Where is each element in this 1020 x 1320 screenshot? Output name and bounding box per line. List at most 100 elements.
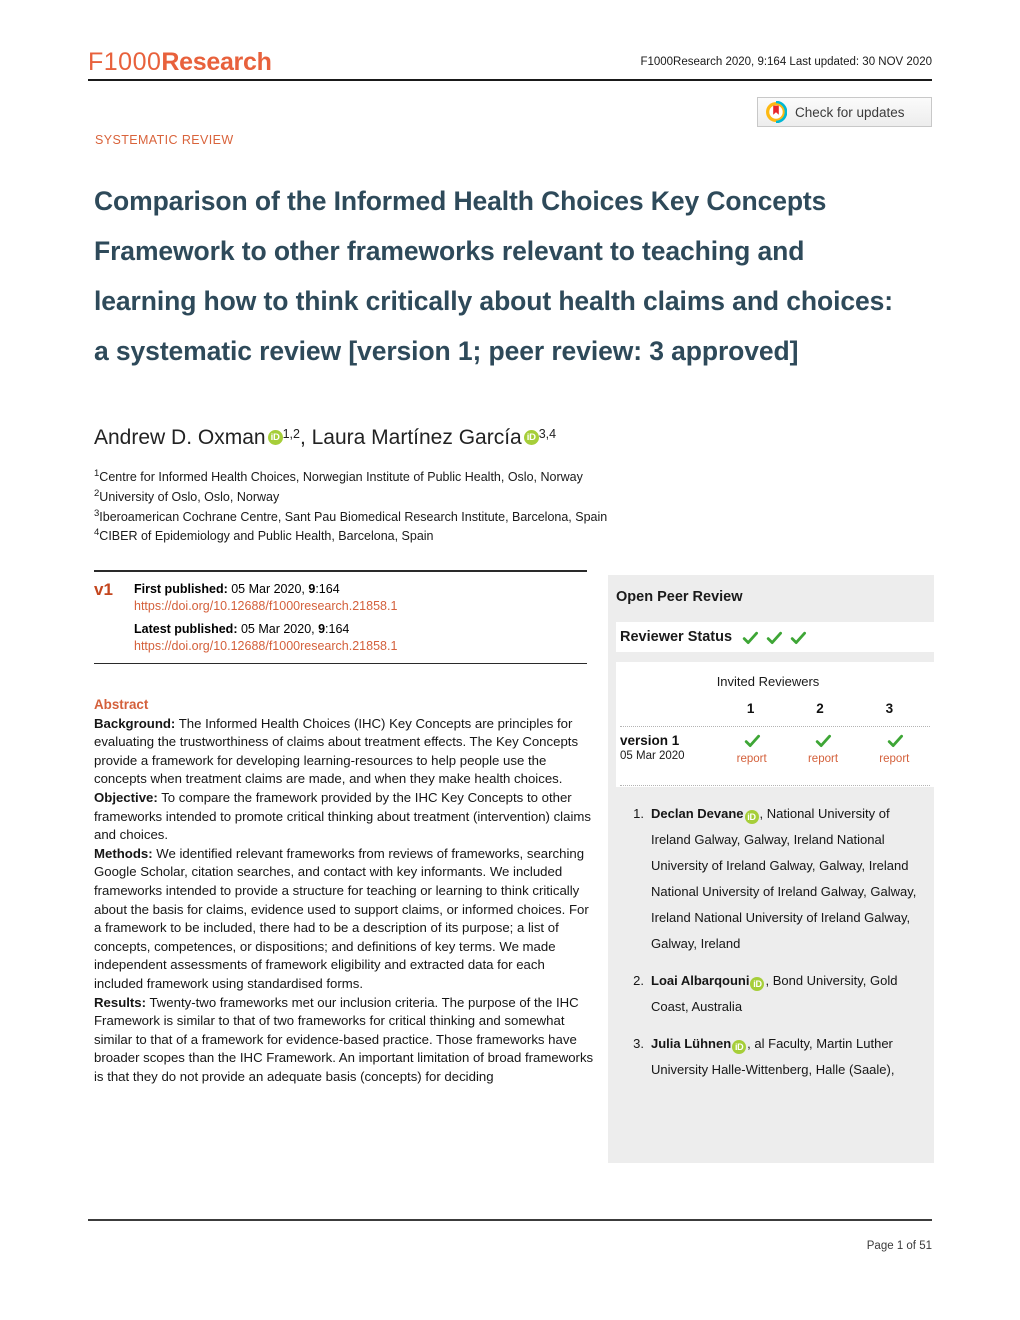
affiliation-text: University of Oslo, Oslo, Norway [99, 489, 280, 504]
affiliation-text: Centre for Informed Health Choices, Norw… [99, 470, 583, 485]
approved-check-icon [744, 733, 761, 748]
approved-check-icon [887, 733, 903, 748]
version-date: 05 Mar 2020 [620, 750, 685, 762]
reviewer-entry: Loai Albarqouni iD, Bond University, Gold… [651, 968, 926, 1020]
report-link[interactable]: report [787, 753, 858, 765]
abstract-objective: Objective: To compare the framework prov… [94, 789, 594, 845]
page-header: F1000Research F1000Research 2020, 9:164 … [88, 48, 932, 82]
report-link[interactable]: report [859, 753, 930, 765]
abstract-results: Results: Twenty-two frameworks met our i… [94, 994, 594, 1087]
open-peer-review-panel: Open Peer Review Reviewer Status Invited… [608, 575, 934, 1163]
author-name-2: Laura Martínez García [311, 426, 522, 449]
reviewer-number: 1 [746, 701, 755, 716]
table-divider [620, 785, 930, 786]
reviewer-name[interactable]: Loai Albarqouni [651, 973, 749, 988]
reviewer-status-label: Reviewer Status [620, 629, 733, 645]
reviewer-number-row: 1 2 3 [716, 701, 924, 716]
affiliation-item: 2University of Oslo, Oslo, Norway [94, 486, 714, 506]
reviewer-list: 1. Declan Devane iD, National University … [624, 801, 926, 1094]
f1000research-logo: F1000Research [88, 48, 272, 76]
abstract-methods-label: Methods: [94, 845, 153, 861]
list-item: 2. Loai Albarqouni iD, Bond University, G… [624, 968, 926, 1020]
abstract-results-label: Results: [94, 994, 147, 1010]
latest-published-volume: 9 [318, 621, 326, 636]
abstract-methods: Methods: We identified relevant framewor… [94, 845, 594, 994]
header-divider [88, 79, 932, 81]
latest-published-line: Latest published: 05 Mar 2020, 9:164 [134, 621, 397, 639]
version-cell: version 1 05 Mar 2020 [620, 732, 716, 764]
first-published-line: First published: 05 Mar 2020, 9:164 [134, 581, 397, 599]
orcid-icon[interactable]: iD [732, 1040, 747, 1054]
publication-info-block: v1 First published: 05 Mar 2020, 9:164 h… [94, 570, 587, 664]
footer-divider [88, 1219, 932, 1221]
orcid-icon[interactable]: iD [523, 430, 539, 445]
reviewer-number: 2 [816, 701, 824, 716]
affiliation-text: Iberoamerican Cochrane Centre, Sant Pau … [99, 509, 608, 524]
latest-published-label: Latest published: [134, 621, 238, 636]
latest-published-date: 05 Mar 2020, [237, 621, 319, 636]
affiliation-text: CIBER of Epidemiology and Public Health,… [99, 529, 434, 544]
affiliation-list: 1Centre for Informed Health Choices, Nor… [94, 466, 714, 545]
author-separator: , [299, 426, 312, 449]
reviewer-index: 2. [633, 973, 644, 988]
page-number: Page 1 of 51 [866, 1240, 932, 1252]
first-published-doi-link[interactable]: https://doi.org/10.12688/f1000research.2… [134, 598, 397, 616]
approved-check-icon [790, 630, 807, 645]
reviewer-index: 3. [633, 1036, 644, 1051]
reviewer-entry: Declan Devane iD, National University of … [651, 801, 926, 957]
table-divider [620, 726, 930, 727]
affiliation-item: 4CIBER of Epidemiology and Public Health… [94, 525, 714, 545]
reviewer-status-row: Reviewer Status [616, 622, 934, 652]
reviewer-name[interactable]: Declan Devane [651, 806, 744, 821]
abstract-results-text: Twenty-two frameworks met our inclusion … [94, 994, 594, 1084]
report-link[interactable]: report [716, 753, 787, 765]
first-published-label: First published: [134, 581, 228, 596]
logo-f1000-text: F1000 [88, 48, 162, 76]
abstract-background-label: Background: [94, 715, 176, 731]
crossmark-icon [765, 100, 788, 124]
reviewer-status-ticks [742, 630, 807, 645]
author-affil-sup-1: 1,2 [282, 427, 300, 441]
abstract-heading: Abstract [94, 697, 149, 712]
first-published-issue: :164 [315, 581, 340, 596]
publication-dates: First published: 05 Mar 2020, 9:164 http… [134, 581, 397, 656]
review-cell-3: report [859, 732, 930, 765]
review-cell-1: report [716, 732, 787, 765]
page-title: Comparison of the Informed Health Choice… [94, 185, 893, 366]
approved-check-icon [815, 733, 832, 748]
version-tag: v1 [94, 579, 113, 599]
latest-published-doi-link[interactable]: https://doi.org/10.12688/f1000research.2… [134, 638, 397, 656]
orcid-icon[interactable]: iD [267, 430, 283, 445]
affiliation-item: 3Iberoamerican Cochrane Centre, Sant Pau… [94, 506, 714, 526]
header-citation: F1000Research 2020, 9:164 Last updated: … [640, 56, 932, 68]
reviewer-entry: Julia Lühnen iD, al Faculty, Martin Luthe… [651, 1031, 926, 1083]
table-row: version 1 05 Mar 2020 report report repo… [620, 732, 930, 765]
logo-research-text: Research [161, 48, 272, 76]
list-item: 3. Julia Lühnen iD, al Faculty, Martin Lu… [624, 1031, 926, 1083]
abstract-objective-label: Objective: [94, 789, 158, 805]
orcid-icon[interactable]: iD [744, 810, 759, 824]
publication-divider-bottom [94, 662, 587, 664]
affiliation-item: 1Centre for Informed Health Choices, Nor… [94, 466, 714, 486]
orcid-icon[interactable]: iD [750, 977, 765, 991]
reviewer-name[interactable]: Julia Lühnen [651, 1036, 731, 1051]
version-label: version 1 [620, 733, 680, 748]
reviewer-number: 3 [885, 701, 894, 716]
approved-check-icon [742, 630, 759, 645]
check-for-updates-button[interactable]: Check for updates [757, 97, 932, 127]
first-published-date: 05 Mar 2020, [227, 581, 309, 596]
peer-review-table: Invited Reviewers 1 2 3 version 1 05 Mar… [616, 662, 934, 787]
check-for-updates-label: Check for updates [795, 104, 905, 120]
author-list: Andrew D. Oxman iD 1,2, Laura Martínez Gar… [94, 420, 556, 452]
approved-check-icon [766, 630, 783, 645]
invited-reviewers-header: Invited Reviewers [716, 674, 820, 689]
author-name-1: Andrew D. Oxman [94, 426, 266, 449]
author-affil-sup-2: 3,4 [538, 427, 557, 441]
list-item: 1. Declan Devane iD, National University … [624, 801, 926, 957]
reviewer-index: 1. [633, 806, 644, 821]
abstract-objective-text: To compare the framework provided by the… [94, 789, 591, 843]
abstract-background: Background: The Informed Health Choices … [94, 715, 594, 789]
abstract-section: Abstract Background: The Informed Health… [94, 696, 594, 1086]
document-page: F1000Research F1000Research 2020, 9:164 … [0, 0, 1020, 1320]
open-peer-review-title: Open Peer Review [616, 589, 743, 605]
